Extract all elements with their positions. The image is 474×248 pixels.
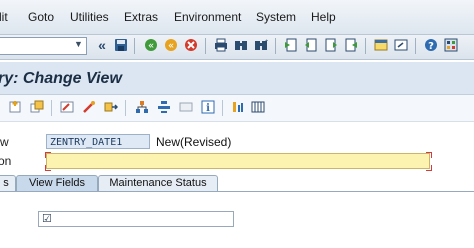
shortcut-icon[interactable] <box>392 36 410 54</box>
toolbar-separator <box>51 100 52 116</box>
details-icon[interactable] <box>177 98 195 116</box>
svg-text:«: « <box>148 41 154 52</box>
tab-view-fields[interactable]: View Fields <box>16 175 98 191</box>
menu-environment[interactable]: Environment <box>174 10 241 24</box>
last-page-icon[interactable] <box>342 36 360 54</box>
tab-partial[interactable]: s <box>0 175 16 191</box>
toolbar-separator <box>365 38 366 54</box>
toolbar-separator <box>222 100 223 116</box>
field-corner-marker <box>426 165 432 171</box>
back-icon[interactable]: « <box>93 36 111 54</box>
change-icon[interactable] <box>80 98 98 116</box>
find-next-icon[interactable]: + <box>252 36 270 54</box>
find-icon[interactable] <box>232 36 250 54</box>
save-icon[interactable] <box>112 36 130 54</box>
svg-text:?: ? <box>428 41 434 52</box>
view-label: w <box>0 135 9 149</box>
page-title: ry: Change View <box>0 70 122 87</box>
tab-maintenance-status[interactable]: Maintenance Status <box>98 175 218 191</box>
key-field[interactable]: ZENTRY_DATE1 <box>46 134 150 149</box>
toolbar-separator <box>205 38 206 54</box>
new-entries-icon[interactable] <box>6 98 24 116</box>
back-green-icon[interactable]: « <box>142 36 160 54</box>
help-icon[interactable]: ? <box>422 36 440 54</box>
next-page-icon[interactable] <box>322 36 340 54</box>
info-icon[interactable]: i <box>199 98 217 116</box>
field-corner-marker <box>45 165 51 171</box>
description-label: on <box>0 154 12 168</box>
toolbar-separator <box>275 38 276 54</box>
menu-system[interactable]: System <box>256 10 296 24</box>
menu-extras[interactable]: Extras <box>124 10 158 24</box>
hierarchy-icon[interactable] <box>133 98 151 116</box>
copy-icon[interactable] <box>28 98 46 116</box>
first-page-icon[interactable] <box>282 36 300 54</box>
prev-page-icon[interactable] <box>302 36 320 54</box>
print-icon[interactable] <box>212 36 230 54</box>
menu-goto[interactable]: Goto <box>28 10 54 24</box>
key-description: New(Revised) <box>156 135 232 149</box>
svg-text:+: + <box>265 39 268 45</box>
display-icon[interactable] <box>58 98 76 116</box>
transport-icon[interactable] <box>102 98 120 116</box>
field-corner-marker <box>426 152 432 158</box>
create-session-icon[interactable] <box>372 36 390 54</box>
hierarchy2-icon[interactable] <box>155 98 173 116</box>
svg-text:«: « <box>168 41 174 52</box>
exit-icon[interactable]: « <box>162 36 180 54</box>
menu-edit[interactable]: lit <box>0 10 8 24</box>
dropdown-icon[interactable]: ▼ <box>74 39 83 49</box>
svg-text:i: i <box>206 103 210 114</box>
menu-help[interactable]: Help <box>311 10 336 24</box>
description-field[interactable] <box>46 153 430 169</box>
customize-icon[interactable] <box>442 36 460 54</box>
menu-utilities[interactable]: Utilities <box>70 10 109 24</box>
config-icon[interactable] <box>229 98 247 116</box>
checkbox-icon[interactable]: ☑ <box>42 212 52 225</box>
field-corner-marker <box>45 152 51 158</box>
table-icon[interactable] <box>249 98 267 116</box>
toolbar-separator <box>125 100 126 116</box>
toolbar-separator <box>415 38 416 54</box>
checkbox-field[interactable] <box>38 211 234 227</box>
cancel-icon[interactable] <box>182 36 200 54</box>
toolbar-separator <box>134 38 135 54</box>
